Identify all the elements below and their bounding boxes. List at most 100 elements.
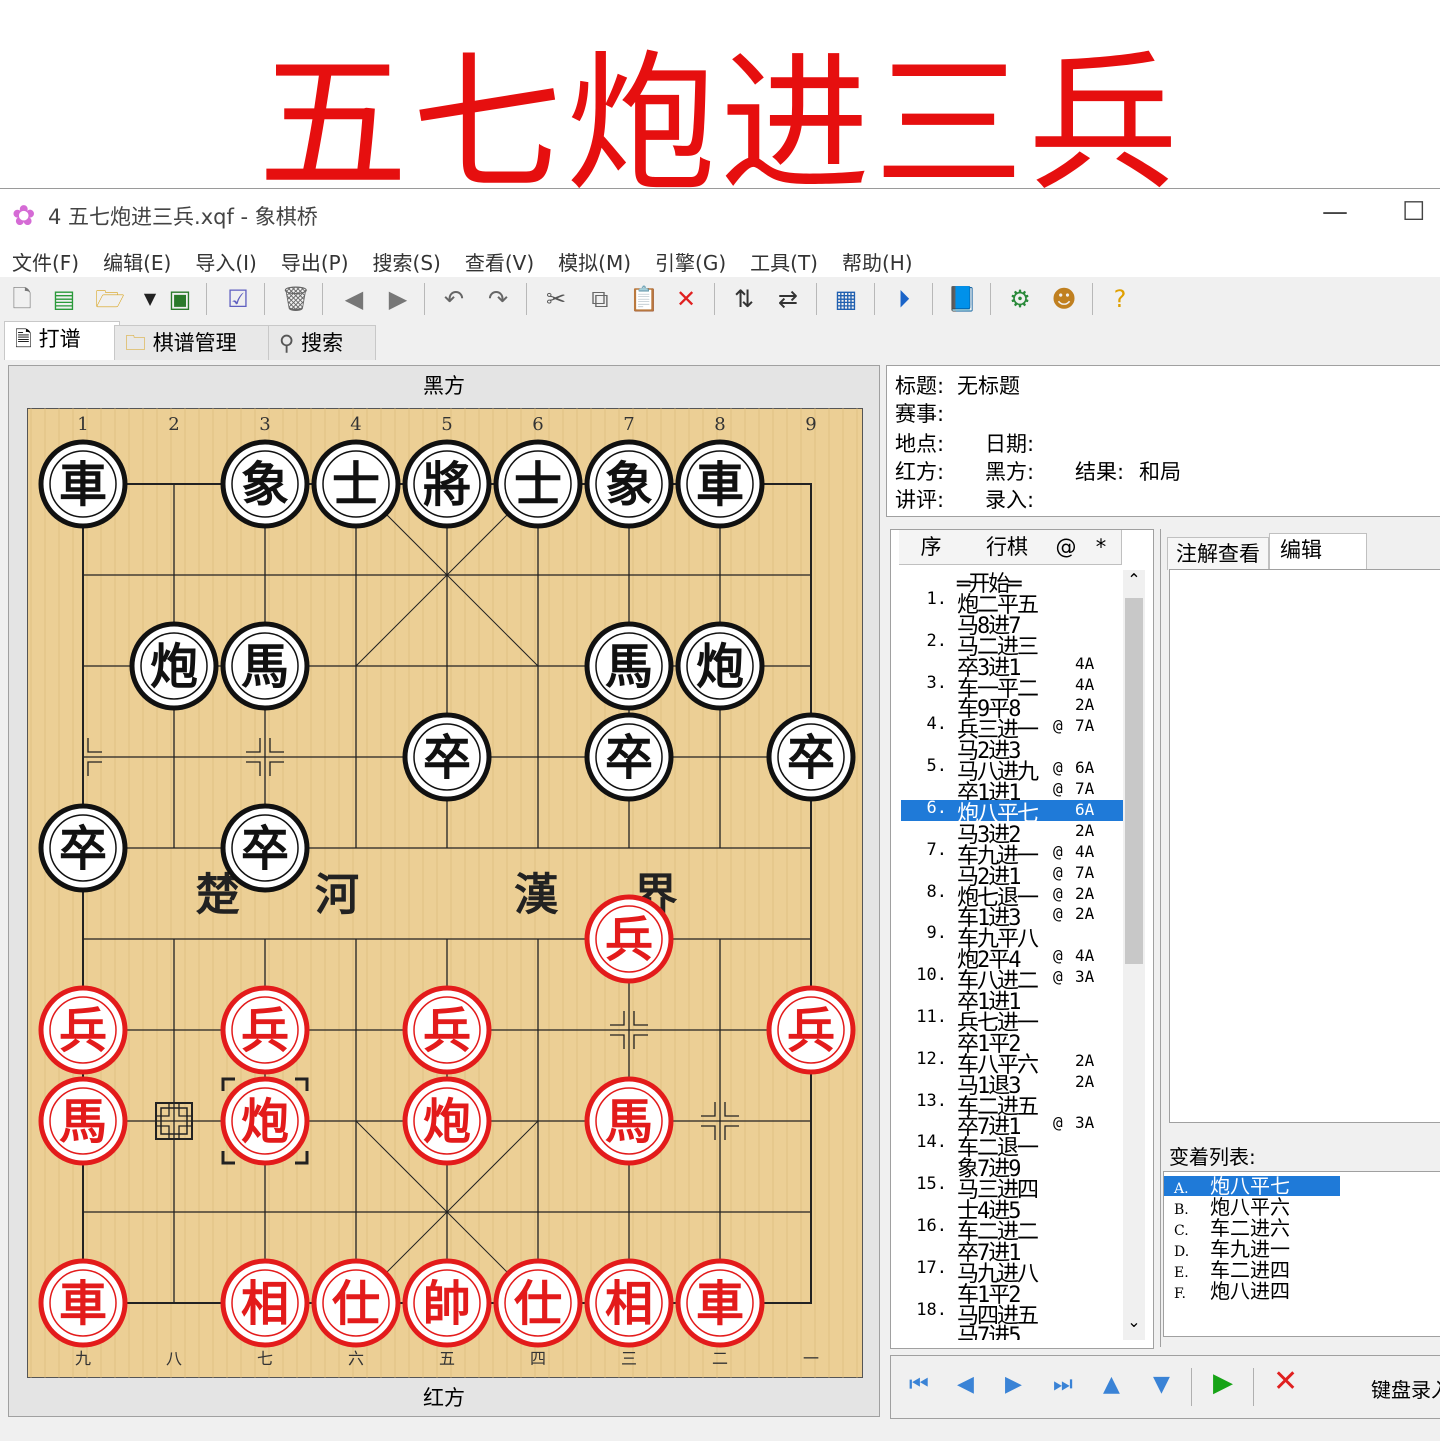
down-variation-icon[interactable]: ▼ (1153, 1372, 1170, 1397)
header-seq[interactable]: 序 (899, 530, 964, 565)
red-piece[interactable]: 兵 (402, 985, 492, 1075)
cut-icon[interactable]: ✂ (540, 283, 572, 315)
red-piece[interactable]: 相 (220, 1258, 310, 1348)
black-piece[interactable]: 將 (402, 439, 492, 529)
new-file-icon[interactable]: 🗋 (6, 283, 38, 315)
first-move-icon[interactable]: ⏮ (909, 1372, 929, 1397)
black-piece[interactable]: 馬 (220, 621, 310, 711)
forward-icon[interactable]: ▶ (382, 283, 414, 315)
black-piece[interactable]: 車 (38, 439, 128, 529)
red-piece[interactable]: 兵 (584, 894, 674, 984)
last-move-icon[interactable]: ⏭ (1053, 1372, 1073, 1397)
trash-icon[interactable]: 🗑 (280, 283, 312, 315)
variation-item[interactable]: C. 车二进六 (1164, 1218, 1340, 1239)
menu-item-4[interactable]: 搜索(S) (361, 243, 453, 280)
black-piece[interactable]: 車 (675, 439, 765, 529)
menu-item-6[interactable]: 模拟(M) (546, 243, 643, 280)
delete-x-icon[interactable]: ✕ (670, 283, 702, 315)
black-piece[interactable]: 象 (584, 439, 674, 529)
minimize-icon[interactable]: — (1322, 197, 1348, 227)
stop-x-icon[interactable]: ✕ (1273, 1364, 1298, 1399)
black-piece[interactable]: 卒 (38, 803, 128, 893)
scroll-down-icon[interactable]: ⌄ (1123, 1312, 1145, 1331)
help-icon[interactable]: ? (1104, 283, 1136, 315)
black-piece[interactable]: 卒 (402, 712, 492, 802)
menu-item-9[interactable]: 帮助(H) (830, 243, 925, 280)
variation-item[interactable]: F. 炮八进四 (1164, 1281, 1340, 1302)
next-move-icon[interactable]: ▶ (1005, 1372, 1022, 1397)
notes-textarea[interactable] (1169, 569, 1440, 1123)
variations-list[interactable]: A. 炮八平七 B. 炮八平六 C. 车二进六 D. 车九进一 E. 车二进四 F. 炮八进四 (1163, 1171, 1440, 1337)
header-at[interactable]: @ (1051, 530, 1082, 565)
move-list[interactable]: ═开始═ 1. 炮二平五 马8进7 2. 马二进三 卒3进1 4A 3. 车一平二 4A 车9平8 2A… (901, 570, 1127, 1340)
book-icon[interactable]: 📘 (946, 283, 978, 315)
variation-item[interactable]: B. 炮八平六 (1164, 1197, 1340, 1218)
menu-item-2[interactable]: 导入(I) (183, 243, 269, 280)
swap-horizontal-icon[interactable]: ⇄ (772, 283, 804, 315)
engine-icon[interactable]: ⚙ (1004, 283, 1036, 315)
variation-item[interactable]: D. 车九进一 (1164, 1239, 1340, 1260)
red-piece[interactable]: 炮 (220, 1076, 310, 1166)
grid-icon[interactable]: ▦ (830, 283, 862, 315)
maximize-icon[interactable]: ☐ (1402, 197, 1425, 227)
red-piece[interactable]: 兵 (38, 985, 128, 1075)
red-piece[interactable]: 炮 (402, 1076, 492, 1166)
header-move[interactable]: 行棋 (963, 530, 1052, 565)
edit-doc-icon[interactable]: ☑ (222, 283, 254, 315)
keyboard-input-label[interactable]: 键盘录入 (1371, 1374, 1440, 1403)
xiangqi-board[interactable]: 1 2 3 4 5 6 7 8 9九八七六五四三二一楚 河漢 界車象士將士象車炮馬馬炮卒卒卒卒卒… (27, 408, 863, 1378)
black-piece[interactable]: 馬 (584, 621, 674, 711)
tab-edit-notes[interactable]: 编辑 (1269, 533, 1367, 570)
menu-item-0[interactable]: 文件(F) (0, 243, 91, 280)
black-piece[interactable]: 士 (493, 439, 583, 529)
save-icon[interactable]: ▣ (164, 283, 196, 315)
tab-dapu[interactable]: 🗎 打谱 (4, 321, 120, 360)
red-piece[interactable]: 仕 (493, 1258, 583, 1348)
red-piece[interactable]: 帥 (402, 1258, 492, 1348)
list-icon[interactable]: ▤ (48, 283, 80, 315)
dropdown-arrow-icon[interactable]: ▼ (134, 283, 166, 315)
black-piece[interactable]: 炮 (129, 621, 219, 711)
menu-item-7[interactable]: 引擎(G) (643, 243, 738, 280)
red-piece[interactable]: 車 (38, 1258, 128, 1348)
red-piece[interactable]: 兵 (220, 985, 310, 1075)
tab-manage[interactable]: 🗀 棋谱管理 (114, 325, 272, 360)
variation-item[interactable]: A. 炮八平七 (1164, 1176, 1340, 1197)
red-piece[interactable]: 馬 (38, 1076, 128, 1166)
undo-icon[interactable]: ↶ (438, 283, 470, 315)
menu-item-3[interactable]: 导出(P) (269, 243, 361, 280)
black-piece[interactable]: 卒 (766, 712, 856, 802)
red-piece[interactable]: 仕 (311, 1258, 401, 1348)
black-piece[interactable]: 士 (311, 439, 401, 529)
red-piece[interactable]: 相 (584, 1258, 674, 1348)
scroll-thumb[interactable] (1125, 598, 1143, 964)
prev-move-icon[interactable]: ◀ (957, 1372, 974, 1397)
back-icon[interactable]: ◀ (338, 283, 370, 315)
menu-item-1[interactable]: 编辑(E) (91, 243, 183, 280)
up-variation-icon[interactable]: ▲ (1103, 1372, 1120, 1397)
move-list-scrollbar[interactable]: ⌃ ⌄ (1123, 570, 1145, 1340)
copy-icon[interactable]: ⧉ (584, 283, 616, 315)
swap-vertical-icon[interactable]: ⇅ (728, 283, 760, 315)
tab-view-notes[interactable]: 注解查看 (1167, 537, 1269, 570)
open-folder-icon[interactable]: 🗁 (94, 283, 126, 315)
tab-search[interactable]: ⚲ 搜索 (268, 325, 376, 360)
red-piece[interactable]: 兵 (766, 985, 856, 1075)
paste-icon[interactable]: 📋 (628, 283, 660, 315)
black-piece[interactable]: 卒 (584, 712, 674, 802)
scroll-up-icon[interactable]: ⌃ (1123, 570, 1145, 589)
menu-item-8[interactable]: 工具(T) (738, 243, 830, 280)
black-piece[interactable]: 炮 (675, 621, 765, 711)
variation-item[interactable]: E. 车二进四 (1164, 1260, 1340, 1281)
users-icon[interactable]: ☻ (1048, 283, 1080, 315)
menu-item-5[interactable]: 查看(V) (453, 243, 546, 280)
move-row[interactable]: 马7进5 (901, 1322, 1127, 1340)
play-circle-icon[interactable]: ⏵ (888, 283, 920, 315)
red-piece[interactable]: 車 (675, 1258, 765, 1348)
black-piece[interactable]: 卒 (220, 803, 310, 893)
redo-icon[interactable]: ↷ (482, 283, 514, 315)
black-piece[interactable]: 象 (220, 439, 310, 529)
play-icon[interactable]: ▶ (1213, 1368, 1233, 1398)
red-piece[interactable]: 馬 (584, 1076, 674, 1166)
header-star[interactable]: * (1081, 530, 1122, 565)
